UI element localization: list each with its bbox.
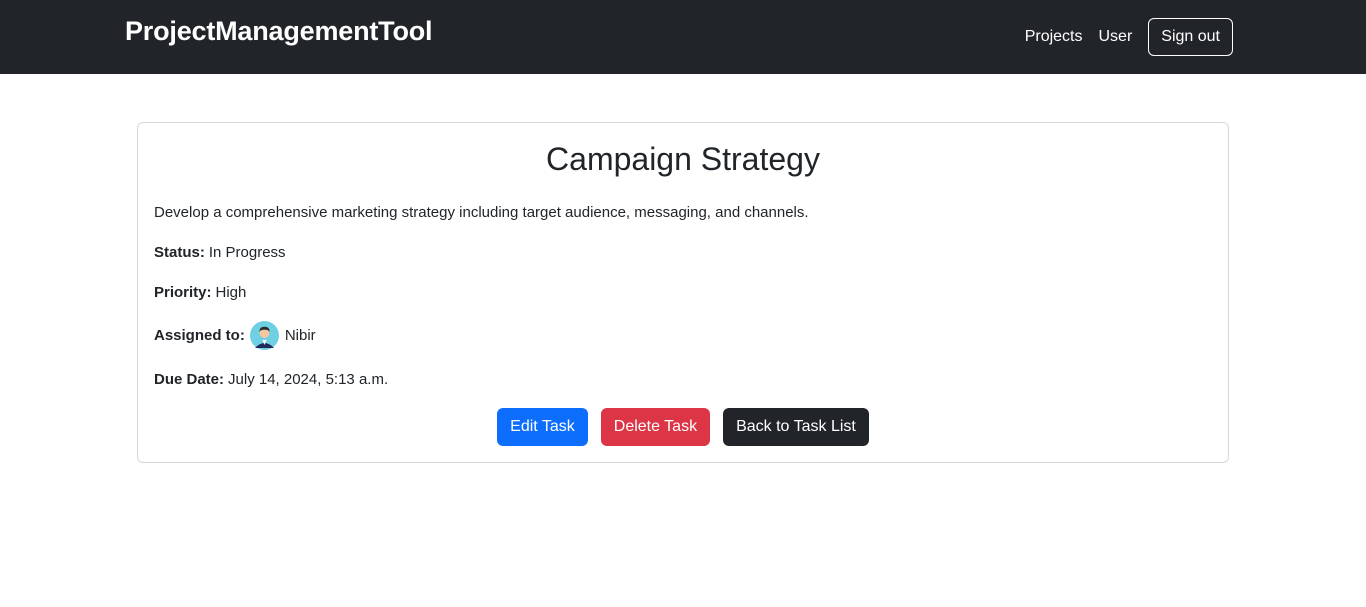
nav-link-user[interactable]: User (1099, 28, 1133, 46)
back-to-task-list-button[interactable]: Back to Task List (723, 408, 869, 446)
assignee-name: Nibir (284, 327, 316, 344)
task-status-row: Status: In Progress (154, 244, 286, 261)
nav-links: Projects User Sign out (1025, 18, 1233, 56)
user-avatar-icon (249, 321, 279, 350)
task-description: Develop a comprehensive marketing strate… (154, 204, 809, 221)
priority-label: Priority: (154, 284, 212, 301)
edit-task-button[interactable]: Edit Task (497, 408, 588, 446)
assigned-label: Assigned to: (154, 327, 245, 344)
due-date-label: Due Date: (154, 371, 225, 388)
task-priority-row: Priority: High (154, 284, 246, 301)
nav-link-projects[interactable]: Projects (1025, 28, 1083, 46)
top-navbar: ProjectManagementTool Projects User Sign… (0, 0, 1366, 74)
sign-out-button[interactable]: Sign out (1148, 18, 1233, 56)
assignee-avatar (249, 321, 279, 350)
delete-task-button[interactable]: Delete Task (600, 408, 711, 446)
task-detail-card: Campaign Strategy Develop a comprehensiv… (137, 122, 1229, 463)
status-label: Status: (154, 244, 205, 261)
task-due-row: Due Date: July 14, 2024, 5:13 a.m. (154, 371, 388, 388)
status-value: In Progress (208, 244, 286, 261)
brand-logo-link[interactable]: ProjectManagementTool (125, 16, 433, 47)
task-description-text: Develop a comprehensive marketing strate… (154, 204, 809, 221)
task-title: Campaign Strategy (546, 141, 820, 177)
task-actions: Edit Task Delete Task Back to Task List (138, 408, 1228, 446)
priority-value: High (215, 284, 247, 301)
task-assignee-row: Assigned to: Nibir (154, 321, 316, 350)
due-date-value: July 14, 2024, 5:13 a.m. (228, 371, 389, 388)
